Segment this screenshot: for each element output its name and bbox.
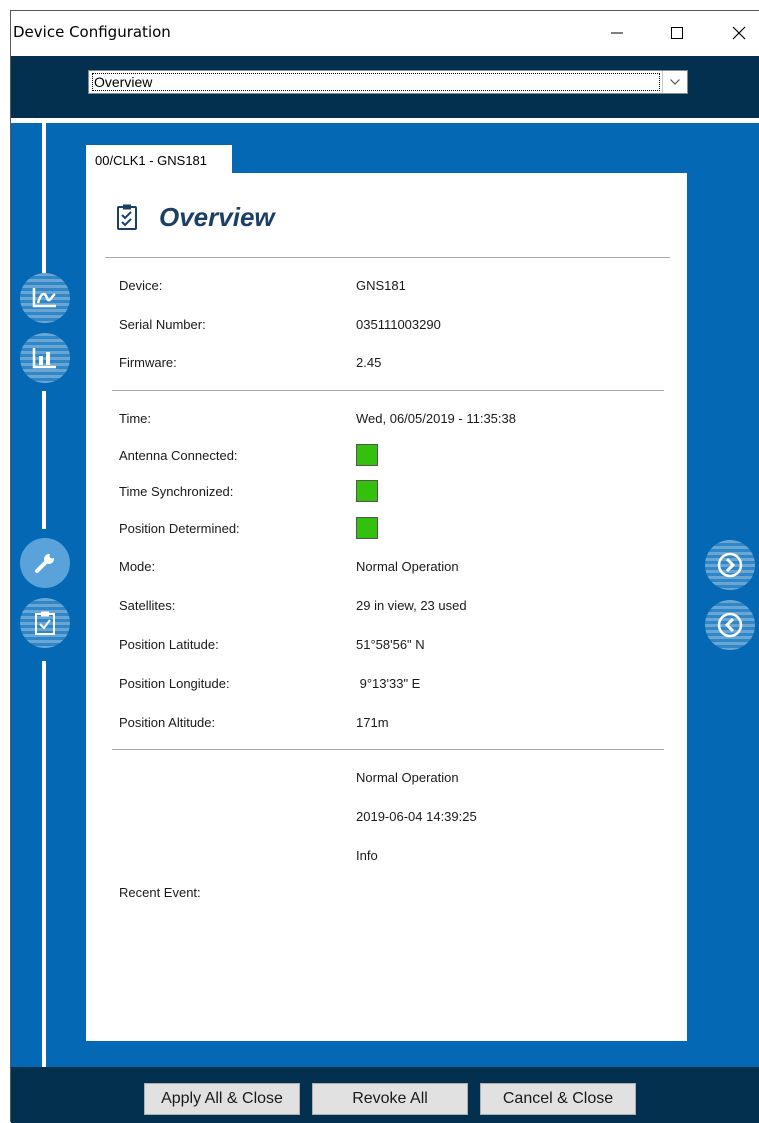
- nav-line: [42, 661, 46, 1073]
- chevron-down-icon: [670, 79, 680, 85]
- close-button[interactable]: [711, 11, 759, 55]
- device-label: Device:: [119, 278, 163, 293]
- mode-label: Mode:: [119, 559, 156, 574]
- section-divider: [112, 749, 664, 750]
- title-bar[interactable]: Device Configuration: [11, 11, 759, 55]
- view-selector-band: Overview: [11, 56, 759, 118]
- maximize-button[interactable]: [649, 11, 705, 55]
- previous-button[interactable]: [705, 600, 755, 650]
- mode-value: Normal Operation: [356, 559, 459, 574]
- signal-graph-button[interactable]: [20, 273, 70, 323]
- minimize-button[interactable]: [589, 11, 645, 55]
- latitude-value: 51°58'56" N: [356, 637, 425, 652]
- device-configuration-window: Device Configuration Overview 00/CLK1 - …: [10, 10, 759, 1123]
- signal-graph-icon: [32, 288, 56, 308]
- view-select-arrow[interactable]: [662, 71, 687, 93]
- satellites-label: Satellites:: [119, 598, 176, 613]
- chart-icon: [32, 348, 56, 369]
- section-divider: [112, 390, 664, 391]
- time-synchronized-label: Time Synchronized:: [119, 484, 234, 499]
- view-select[interactable]: Overview: [88, 70, 688, 94]
- nav-line: [42, 123, 46, 273]
- close-icon: [732, 26, 746, 40]
- antenna-connected-indicator: [356, 444, 378, 466]
- serial-number-value: 035111003290: [356, 317, 441, 332]
- page-title: Overview: [159, 202, 275, 232]
- altitude-value: 171m: [356, 715, 389, 730]
- latitude-label: Position Latitude:: [119, 637, 219, 652]
- previous-icon: [717, 612, 743, 638]
- maximize-icon: [671, 27, 683, 39]
- device-value: GNS181: [356, 278, 406, 293]
- settings-button[interactable]: [20, 538, 70, 588]
- nav-line: [42, 391, 46, 529]
- firmware-label: Firmware:: [119, 355, 177, 370]
- footer-bar: Apply All & Close Revoke All Cancel & Cl…: [11, 1067, 759, 1123]
- time-synchronized-indicator: [356, 480, 378, 502]
- title-divider: [105, 257, 670, 258]
- next-button[interactable]: [705, 540, 755, 590]
- view-select-value: Overview: [92, 73, 660, 91]
- position-determined-label: Position Determined:: [119, 521, 240, 536]
- recent-event-line: Normal Operation: [356, 770, 459, 785]
- time-label: Time:: [119, 411, 152, 426]
- minimize-icon: [611, 32, 623, 34]
- position-determined-indicator: [356, 517, 378, 539]
- firmware-value: 2.45: [356, 355, 382, 370]
- antenna-connected-label: Antenna Connected:: [119, 448, 238, 463]
- window-title: Device Configuration: [13, 23, 171, 41]
- tab-device[interactable]: 00/CLK1 - GNS181: [86, 145, 232, 173]
- satellites-value: 29 in view, 23 used: [356, 598, 467, 613]
- recent-event-label: Recent Event:: [119, 885, 201, 900]
- next-icon: [717, 552, 743, 578]
- longitude-label: Position Longitude:: [119, 676, 230, 691]
- longitude-value: 9°13'33" E: [356, 676, 421, 691]
- cancel-close-button[interactable]: Cancel & Close: [480, 1083, 636, 1115]
- wrench-icon: [35, 553, 55, 573]
- recent-event-line: Info: [356, 848, 378, 863]
- clipboard-check-icon: [117, 204, 137, 230]
- chart-button[interactable]: [20, 333, 70, 383]
- clipboard-check-icon: [35, 611, 55, 635]
- recent-event-line: 2019-06-04 14:39:25: [356, 809, 477, 824]
- revoke-all-button[interactable]: Revoke All: [312, 1083, 468, 1115]
- overview-panel: Overview Device: GNS181 Serial Number: 0…: [86, 173, 687, 1041]
- apply-all-close-button[interactable]: Apply All & Close: [144, 1083, 300, 1115]
- serial-number-label: Serial Number:: [119, 317, 206, 332]
- time-value: Wed, 06/05/2019 - 11:35:38: [356, 411, 516, 426]
- overview-nav-button[interactable]: [20, 598, 70, 648]
- altitude-label: Position Altitude:: [119, 715, 216, 730]
